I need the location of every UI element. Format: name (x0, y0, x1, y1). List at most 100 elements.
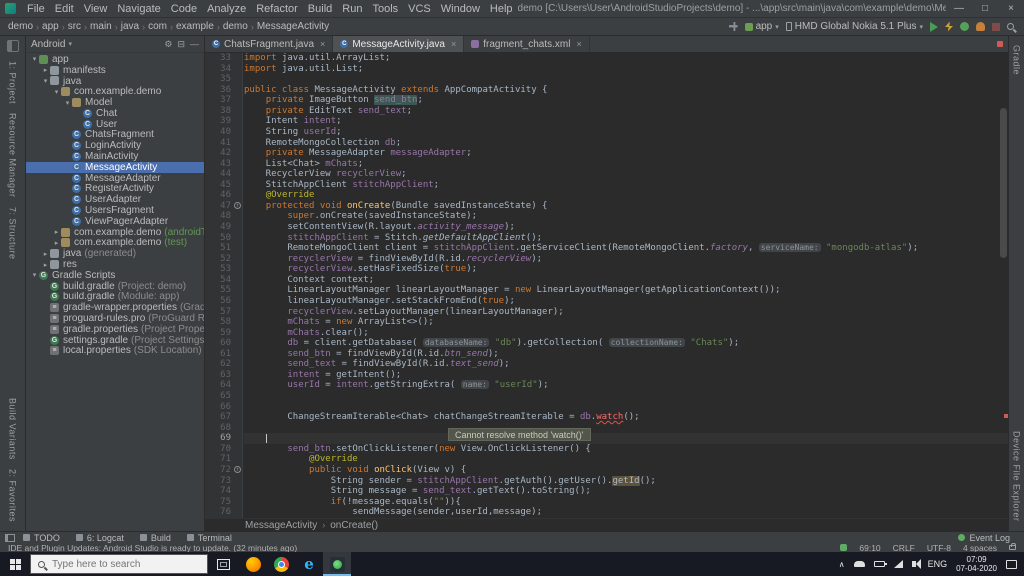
tool-window-button-build-variants[interactable]: Build Variants (8, 398, 18, 460)
code-line[interactable]: mChats.clear(); (244, 328, 1008, 339)
line-number[interactable]: 48 (205, 211, 242, 222)
line-number[interactable]: 61 (205, 349, 242, 360)
tool-window-button-6-logcat[interactable]: 6: Logcat (76, 533, 124, 543)
project-view-select[interactable]: Android (31, 39, 65, 50)
tree-item-local-properties[interactable]: ≡local.properties(SDK Location) (26, 346, 204, 357)
code-line[interactable]: protected void onCreate(Bundle savedInst… (244, 201, 1008, 212)
code-line[interactable]: sendMessage(sender,userId,message); (244, 507, 1008, 518)
line-number[interactable]: 52 (205, 254, 242, 265)
code-line[interactable]: super.onCreate(savedInstanceState); (244, 211, 1008, 222)
debug-button[interactable] (960, 22, 969, 31)
tree-item-chatsfragment[interactable]: CChatsFragment (26, 130, 204, 141)
breadcrumb-item-demo[interactable]: demo (221, 21, 250, 32)
code-line[interactable]: send_btn.setOnClickListener(new View.OnC… (244, 444, 1008, 455)
run-config-select[interactable]: app ▾ (745, 21, 779, 32)
code-line[interactable]: StitchAppClient stitchAppClient; (244, 180, 1008, 191)
line-number[interactable]: 34 (205, 64, 242, 75)
menu-edit[interactable]: Edit (50, 0, 79, 18)
code-line[interactable]: import java.util.ArrayList; (244, 53, 1008, 64)
tree-item-messageadapter[interactable]: CMessageAdapter (26, 173, 204, 184)
code-line[interactable] (244, 74, 1008, 85)
close-button[interactable]: × (998, 0, 1024, 18)
tree-item-model[interactable]: ▾Model (26, 97, 204, 108)
tool-window-button-todo[interactable]: TODO (23, 533, 60, 543)
code-line[interactable]: mChats = new ArrayList<>(); (244, 317, 1008, 328)
start-button[interactable] (0, 552, 30, 576)
line-number[interactable]: 36 (205, 85, 242, 96)
menu-help[interactable]: Help (485, 0, 518, 18)
editor-scrollbar[interactable] (1000, 108, 1007, 258)
tool-window-button-7-structure[interactable]: 7: Structure (8, 207, 18, 260)
search-input[interactable] (50, 558, 207, 571)
taskbar-app-edge[interactable]: e (295, 552, 323, 576)
profile-button[interactable] (976, 22, 985, 31)
line-number[interactable]: 39 (205, 116, 242, 127)
code-line[interactable]: @Override (244, 454, 1008, 465)
line-ending-widget[interactable]: CRLF (893, 543, 915, 553)
line-number[interactable]: 76 (205, 507, 242, 518)
line-number[interactable]: 57 (205, 307, 242, 318)
code-line[interactable]: private EditText send_text; (244, 106, 1008, 117)
tree-item-res[interactable]: ▸res (26, 259, 204, 270)
taskbar-app-android-studio[interactable] (323, 552, 351, 576)
chevron-down-icon[interactable]: ▾ (41, 77, 50, 85)
tool-windows-icon[interactable] (5, 534, 15, 542)
code-line[interactable]: public class MessageActivity extends App… (244, 85, 1008, 96)
tool-window-switcher-icon[interactable] (7, 40, 19, 52)
tool-window-button-2-favorites[interactable]: 2: Favorites (8, 469, 18, 522)
line-number[interactable]: 71 (205, 454, 242, 465)
breadcrumb-item-example[interactable]: example (174, 21, 216, 32)
line-number[interactable]: 41 (205, 138, 242, 149)
tool-window-button-gradle[interactable]: Gradle (1012, 45, 1022, 75)
line-number[interactable]: 68 (205, 423, 242, 434)
tree-item-java[interactable]: ▸java(generated) (26, 248, 204, 259)
line-number[interactable]: 40 (205, 127, 242, 138)
line-number[interactable]: 73 (205, 476, 242, 487)
line-number[interactable]: 70 (205, 444, 242, 455)
tree-item-com-example-demo[interactable]: ▾com.example.demo (26, 86, 204, 97)
tree-item-manifests[interactable]: ▸manifests (26, 65, 204, 76)
menu-analyze[interactable]: Analyze (202, 0, 251, 18)
code-line[interactable]: linearLayoutManager.setStackFromEnd(true… (244, 296, 1008, 307)
code-line[interactable] (244, 423, 1008, 434)
chevron-right-icon[interactable]: ▸ (41, 261, 50, 269)
onedrive-icon[interactable] (854, 561, 865, 567)
chevron-right-icon[interactable]: ▸ (52, 239, 61, 247)
code-line[interactable]: recyclerView.setLayoutManager(linearLayo… (244, 307, 1008, 318)
editor-tab-messageactivity-java[interactable]: CMessageActivity.java× (333, 36, 464, 52)
breadcrumb-item-main[interactable]: main (88, 21, 114, 32)
line-number[interactable]: 66 (205, 402, 242, 413)
taskbar-app-chrome[interactable] (267, 552, 295, 576)
collapse-all-icon[interactable]: ⊟ (177, 39, 185, 50)
editor-tab-chatsfragment-java[interactable]: CChatsFragment.java× (205, 36, 333, 52)
code-line[interactable]: RemoteMongoCollection db; (244, 138, 1008, 149)
code-line[interactable]: import java.util.List; (244, 64, 1008, 75)
line-number[interactable]: 56 (205, 296, 242, 307)
chevron-down-icon[interactable]: ▾ (30, 55, 39, 63)
tree-item-messageactivity[interactable]: CMessageActivity (26, 162, 204, 173)
maximize-button[interactable]: □ (972, 0, 998, 18)
code-line[interactable]: Context context; (244, 275, 1008, 286)
line-number[interactable]: 55 (205, 285, 242, 296)
line-number[interactable]: 37 (205, 95, 242, 106)
code-line[interactable]: send_btn = findViewById(R.id.btn_send); (244, 349, 1008, 360)
tree-item-user[interactable]: CUser (26, 119, 204, 130)
code-line[interactable]: if(!message.equals("")){ (244, 497, 1008, 508)
tree-item-gradle-wrapper-properties[interactable]: ≡gradle-wrapper.properties(Gradle Versio… (26, 302, 204, 313)
breadcrumb-class[interactable]: MessageActivity (245, 520, 317, 531)
close-icon[interactable]: × (576, 39, 581, 49)
code-line[interactable]: intent = getIntent(); (244, 370, 1008, 381)
code-line[interactable]: private ImageButton send_btn; (244, 95, 1008, 106)
menu-window[interactable]: Window (436, 0, 485, 18)
device-select[interactable]: HMD Global Nokia 5.1 Plus ▾ (786, 21, 923, 32)
readonly-lock-icon[interactable] (1009, 545, 1016, 550)
event-log-button[interactable]: Event Log (958, 533, 1024, 543)
tree-item-java[interactable]: ▾java (26, 76, 204, 87)
line-number[interactable]: 45 (205, 180, 242, 191)
code-line[interactable]: stitchAppClient = Stitch.getDefaultAppCl… (244, 233, 1008, 244)
tree-item-gradle-scripts[interactable]: ▾GGradle Scripts (26, 270, 204, 281)
tool-window-button-device-file-explorer[interactable]: Device File Explorer (1012, 431, 1022, 522)
action-center-icon[interactable] (1006, 560, 1017, 569)
code-line[interactable]: send_text = findViewById(R.id.text_send)… (244, 359, 1008, 370)
code-line[interactable]: recyclerView = findViewById(R.id.recycle… (244, 254, 1008, 265)
